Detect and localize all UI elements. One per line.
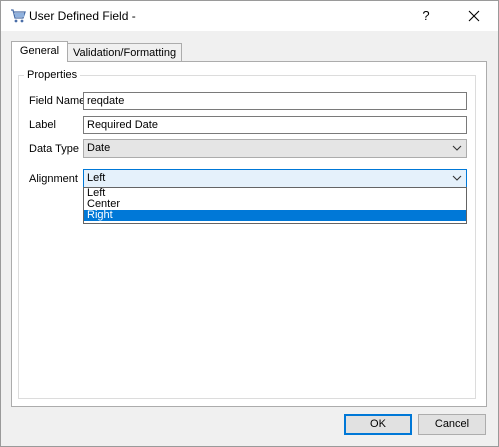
alignment-dropdown-list: Left Center Right: [83, 187, 467, 224]
close-button[interactable]: [460, 5, 488, 27]
dropdown-option-center[interactable]: Center: [84, 199, 466, 210]
title-bar: User Defined Field - ?: [1, 1, 498, 31]
help-button[interactable]: ?: [411, 5, 441, 27]
cart-icon: [10, 9, 26, 23]
dropdown-option-right[interactable]: Right: [84, 210, 466, 221]
tab-validation-formatting[interactable]: Validation/Formatting: [67, 43, 182, 61]
data-type-select[interactable]: Date: [83, 139, 467, 158]
properties-group-title: Properties: [24, 69, 81, 82]
window-title: User Defined Field -: [29, 9, 136, 23]
label-label: Label: [29, 119, 56, 131]
tab-general[interactable]: General: [11, 41, 68, 62]
field-name-input[interactable]: reqdate: [83, 92, 467, 110]
field-name-label: Field Name: [29, 95, 86, 107]
dropdown-option-left[interactable]: Left: [84, 188, 466, 199]
alignment-label: Alignment: [29, 173, 78, 185]
data-type-value: Date: [87, 142, 111, 154]
chevron-down-icon: [452, 145, 462, 151]
cancel-button[interactable]: Cancel: [418, 414, 486, 435]
close-icon: [468, 10, 480, 22]
label-input[interactable]: Required Date: [83, 116, 467, 134]
chevron-down-icon: [452, 175, 462, 181]
alignment-select[interactable]: Left: [83, 169, 467, 188]
alignment-value: Left: [87, 172, 106, 184]
ok-button[interactable]: OK: [344, 414, 412, 435]
data-type-label: Data Type: [29, 143, 79, 155]
